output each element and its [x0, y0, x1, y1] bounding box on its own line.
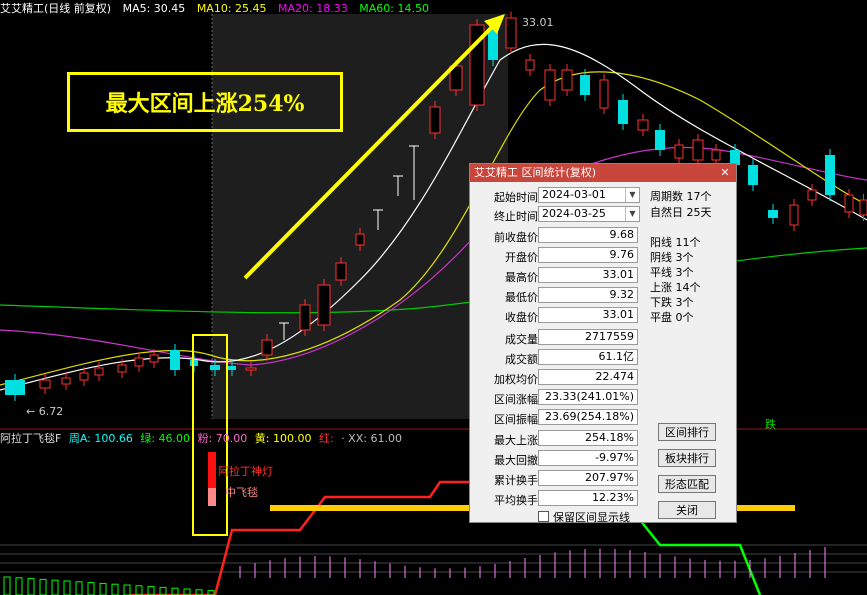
checkbox-label: 保留区间显示线 — [553, 511, 630, 524]
field-value: 23.33(241.01%) — [538, 389, 638, 405]
field-row: 累计换手 207.97% — [470, 470, 640, 488]
low-price-label: ← 6.72 — [26, 405, 64, 418]
chevron-down-icon[interactable]: ▼ — [625, 188, 639, 202]
pattern-match-button[interactable]: 形态匹配 — [658, 475, 716, 493]
start-date-row: 起始时间 2024-03-01 ▼ — [470, 187, 640, 205]
dialog-title: 艾艾精工 区间统计(复权) — [474, 166, 597, 179]
field-row: 最大上涨 254.18% — [470, 430, 640, 448]
field-row: 前收盘价 9.68 — [470, 227, 640, 245]
indicator-lv: 绿: 46.00 — [140, 432, 191, 445]
indicator-xx: · XX: 61.00 — [341, 432, 402, 445]
field-label: 区间振幅 — [494, 413, 538, 426]
field-label: 最大回撤 — [494, 454, 538, 467]
field-row: 最高价 33.01 — [470, 267, 640, 285]
field-row: 区间涨幅 23.33(241.01%) — [470, 389, 640, 407]
field-label: 最低价 — [505, 291, 538, 304]
field-row: 平均换手 12.23% — [470, 490, 640, 508]
field-label: 最大上涨 — [494, 434, 538, 447]
field-row: 加权均价 22.474 — [470, 369, 640, 387]
field-value: 254.18% — [538, 430, 638, 446]
field-label: 累计换手 — [494, 474, 538, 487]
field-row: 最低价 9.32 — [470, 287, 640, 305]
chart-title: 艾艾精工(日线 前复权) — [0, 2, 112, 15]
field-value: 9.76 — [538, 247, 638, 263]
indicator-header: 阿拉丁飞毯F 周A: 100.66 绿: 46.00 粉: 70.00 黄: 1… — [0, 430, 406, 446]
field-value: 9.68 — [538, 227, 638, 243]
indicator-name: 阿拉丁飞毯F — [0, 432, 62, 445]
sector-rank-button[interactable]: 板块排行 — [658, 449, 716, 467]
field-row: 开盘价 9.76 — [470, 247, 640, 265]
field-row: 成交额 61.1亿 — [470, 349, 640, 367]
ma10-label: MA10: 25.45 — [196, 2, 267, 15]
field-label: 成交量 — [505, 333, 538, 346]
annotation-box: 最大区间上涨254% — [67, 72, 343, 132]
end-date-value: 2024-03-25 — [542, 207, 606, 220]
signal-label-2: 中飞毯 — [225, 486, 258, 499]
signal-label-1: 阿拉丁神灯 — [218, 465, 273, 478]
field-value: -9.97% — [538, 450, 638, 466]
die-tag: 跌 — [765, 418, 776, 431]
field-value: 23.69(254.18%) — [538, 409, 638, 425]
field-value: 33.01 — [538, 307, 638, 323]
stat-up: 上涨 14个 — [650, 281, 701, 294]
chart-header: 艾艾精工(日线 前复权) MA5: 30.45 MA10: 25.45 MA20… — [0, 0, 437, 16]
field-value: 22.474 — [538, 369, 638, 385]
field-label: 最高价 — [505, 271, 538, 284]
field-value: 61.1亿 — [538, 349, 638, 365]
stat-unchanged: 平盘 0个 — [650, 311, 694, 324]
stat-yin: 阴线 3个 — [650, 251, 694, 264]
end-date-picker[interactable]: 2024-03-25 ▼ — [538, 206, 640, 222]
field-value: 207.97% — [538, 470, 638, 486]
start-date-value: 2024-03-01 — [542, 188, 606, 201]
field-value: 33.01 — [538, 267, 638, 283]
ma5-label: MA5: 30.45 — [122, 2, 186, 15]
field-row: 成交量 2717559 — [470, 329, 640, 347]
low-price-value: 6.72 — [38, 405, 64, 418]
ma60-label: MA60: 14.50 — [359, 2, 429, 15]
end-date-row: 终止时间 2024-03-25 ▼ — [470, 206, 640, 224]
field-value: 12.23% — [538, 490, 638, 506]
field-value: 2717559 — [538, 329, 638, 345]
field-value: 9.32 — [538, 287, 638, 303]
stat-days: 自然日 25天 — [650, 206, 712, 219]
indicator-fen: 粉: 70.00 — [197, 432, 248, 445]
keep-range-line-checkbox[interactable]: 保留区间显示线 — [538, 509, 630, 525]
dialog-titlebar: 艾艾精工 区间统计(复权) ✕ — [470, 164, 736, 182]
start-date-label: 起始时间 — [494, 191, 538, 204]
field-row: 收盘价 33.01 — [470, 307, 640, 325]
close-button[interactable]: 关闭 — [658, 501, 716, 519]
indicator-zhou: 周A: 100.66 — [68, 432, 133, 445]
field-label: 收盘价 — [505, 311, 538, 324]
field-row: 区间振幅 23.69(254.18%) — [470, 409, 640, 427]
field-label: 区间涨幅 — [494, 393, 538, 406]
range-rank-button[interactable]: 区间排行 — [658, 423, 716, 441]
stat-yang: 阳线 11个 — [650, 236, 701, 249]
range-stats-dialog: 艾艾精工 区间统计(复权) ✕ 起始时间 2024-03-01 ▼ 终止时间 20… — [469, 163, 737, 525]
indicator-hong: 红: — [318, 432, 334, 445]
checkbox-icon[interactable] — [538, 511, 549, 522]
stat-down: 下跌 3个 — [650, 296, 694, 309]
chevron-down-icon[interactable]: ▼ — [625, 207, 639, 221]
close-icon[interactable]: ✕ — [718, 164, 732, 182]
end-date-label: 终止时间 — [494, 210, 538, 223]
ma20-label: MA20: 18.33 — [278, 2, 348, 15]
field-label: 成交额 — [505, 353, 538, 366]
high-price-label: 33.01 — [522, 16, 554, 29]
field-label: 开盘价 — [505, 251, 538, 264]
field-row: 最大回撤 -9.97% — [470, 450, 640, 468]
field-label: 平均换手 — [494, 494, 538, 507]
field-label: 加权均价 — [494, 373, 538, 386]
stat-periods: 周期数 17个 — [650, 190, 712, 203]
start-date-picker[interactable]: 2024-03-01 ▼ — [538, 187, 640, 203]
stat-flat: 平线 3个 — [650, 266, 694, 279]
indicator-huang: 黄: 100.00 — [254, 432, 312, 445]
field-label: 前收盘价 — [494, 231, 538, 244]
